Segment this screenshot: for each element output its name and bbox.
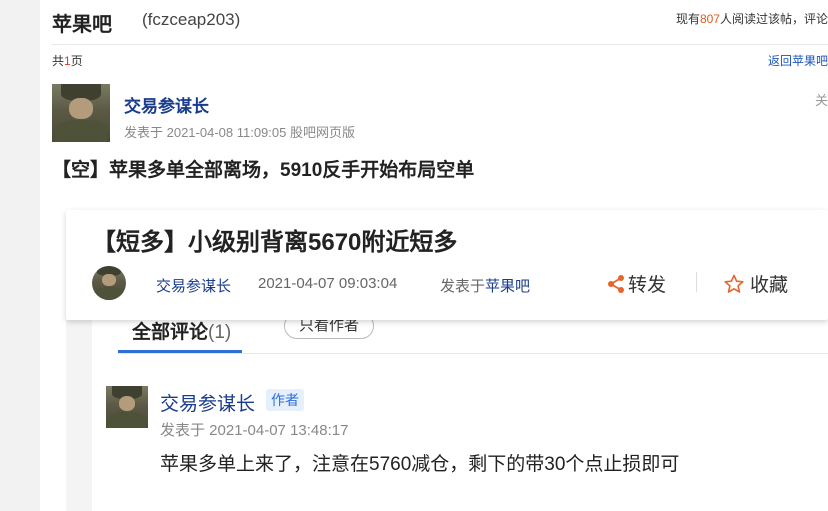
tab-all-label: 全部评论 [132,322,209,343]
share-label: 转发 [628,275,667,296]
read-info: 现有807人阅读过该帖，评论 [676,10,828,27]
post-title: 【空】苹果多单全部离场，5910反手开始布局空单 [52,160,475,181]
comment-author-avatar[interactable] [106,386,148,428]
post-author-name[interactable]: 交易参谋长 [124,92,209,117]
tab-all-comments[interactable]: 全部评论(1) [132,317,231,344]
bar-code: (fczceap203) [142,10,241,29]
comment-meta: 发表于 2021-04-07 13:48:17 [160,422,349,439]
header-divider [52,44,828,45]
read-prefix: 现有 [675,12,700,26]
share-button[interactable]: 转发 [606,270,666,297]
author-badge: 作者 [266,389,304,411]
read-count: 807 [699,12,720,26]
read-suffix: 人阅读过该帖，评论 [719,12,828,26]
action-separator [696,272,697,292]
page-count-number: 1 [64,54,71,68]
article-title: 【短多】小级别背离5670附近短多 [92,229,458,256]
post-meta: 发表于 2021-04-08 11:09:05 股吧网页版 [124,125,355,140]
article-header-card: 【短多】小级别背离5670附近短多 交易参谋长 2021-04-07 09:03… [66,210,828,320]
favorite-button[interactable]: 收藏 [724,270,788,297]
article-published-in: 发表于苹果吧 [440,275,530,296]
page-count-prefix: 共 [52,54,65,68]
page-container: 苹果吧 (fczceap203) 现有807人阅读过该帖，评论 共1页 返回苹果… [40,0,828,511]
bar-name[interactable]: 苹果吧 [52,8,112,37]
article-author-name[interactable]: 交易参谋长 [156,275,231,296]
page-count: 共1页 [52,52,83,69]
published-prefix: 发表于 [440,278,486,295]
tabs-divider [118,353,828,354]
page-header: 苹果吧 (fczceap203) 现有807人阅读过该帖，评论 [52,8,828,36]
post-author-avatar[interactable] [52,84,110,142]
tab-all-count: (1) [208,322,232,343]
comment-text: 苹果多单上来了，注意在5760减仓，剩下的带30个点止损即可 [160,454,680,475]
star-icon [724,274,744,293]
article-author-avatar[interactable] [92,266,126,300]
back-to-bar-link[interactable]: 返回苹果吧 [768,52,828,69]
share-icon [608,274,624,293]
post-edge-text: 关 [814,93,828,108]
article-date: 2021-04-07 09:03:04 [258,275,398,292]
favorite-label: 收藏 [750,275,789,296]
page-count-suffix: 页 [70,54,83,68]
published-bar-link[interactable]: 苹果吧 [485,278,530,295]
comment-author-name[interactable]: 交易参谋长 [160,389,255,416]
